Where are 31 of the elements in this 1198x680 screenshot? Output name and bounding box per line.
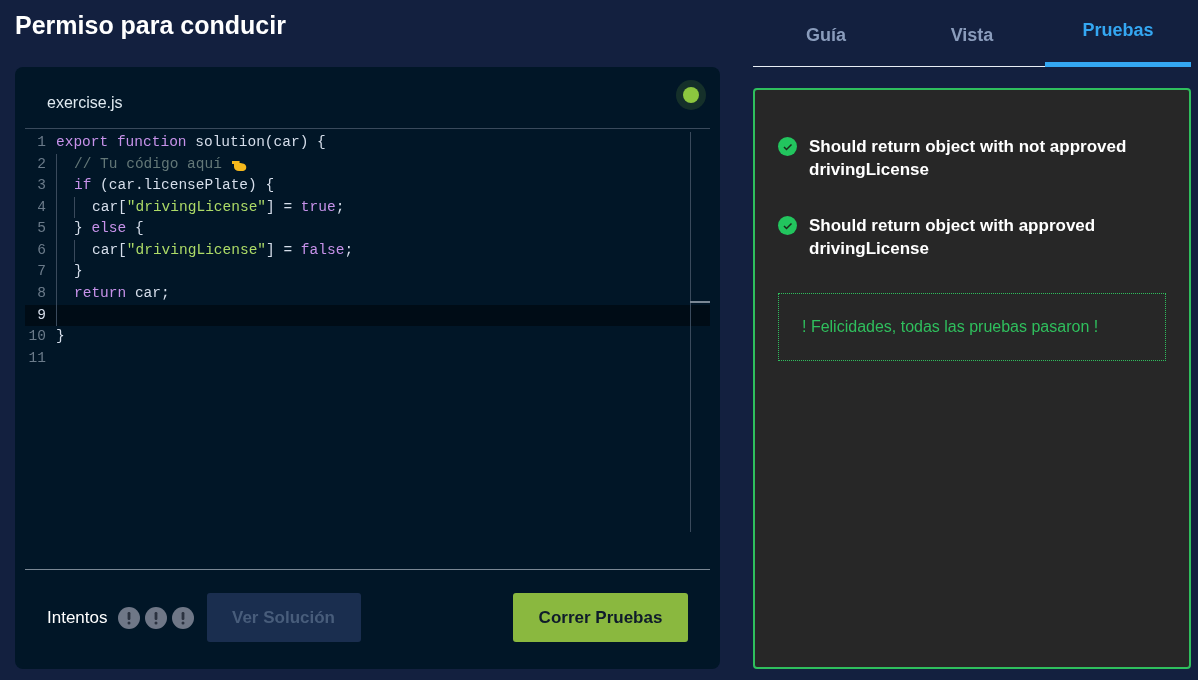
code-line: if (car.licensePlate) { (74, 176, 275, 196)
success-message: ! Felicidades, todas las pruebas pasaron ! (778, 293, 1166, 361)
tab[interactable]: Vista (899, 0, 1045, 67)
test-name: Should return object with not approved drivingLicense (809, 136, 1128, 181)
line-number: 11 (27, 348, 47, 368)
line-number: 10 (27, 327, 47, 347)
tab[interactable]: Pruebas (1045, 0, 1191, 67)
tab[interactable]: Guía (753, 0, 899, 67)
page-title: Permiso para conducir (15, 10, 287, 41)
line-number: 2 (36, 154, 47, 174)
line-number: 9 (36, 305, 47, 325)
code-line: car["drivingLicense"] = false; (92, 240, 354, 260)
line-number: 3 (36, 176, 47, 196)
line-number: 8 (36, 284, 47, 304)
code-line: return car; (74, 284, 170, 304)
code-line: car["drivingLicense"] = true; (92, 197, 345, 217)
scrollbar[interactable] (690, 132, 691, 532)
code-line: } (56, 327, 65, 347)
line-number: 1 (36, 132, 47, 152)
code-line: } else { (74, 219, 144, 239)
line-number: 7 (36, 262, 47, 282)
file-tab[interactable]: exercise.js (47, 80, 123, 115)
test-name: Should return object with approved drivingLicense (809, 215, 1097, 260)
line-number: 4 (36, 197, 47, 217)
line-number: 6 (36, 240, 47, 260)
code-line: export function solution(car) { (56, 132, 326, 152)
code-line: // Tu código aquí (74, 153, 248, 176)
run-tests-button[interactable]: Correr Pruebas (513, 593, 688, 642)
attempts-label: Intentos (47, 606, 108, 629)
line-number: 5 (36, 219, 47, 239)
code-line: } (74, 262, 83, 282)
